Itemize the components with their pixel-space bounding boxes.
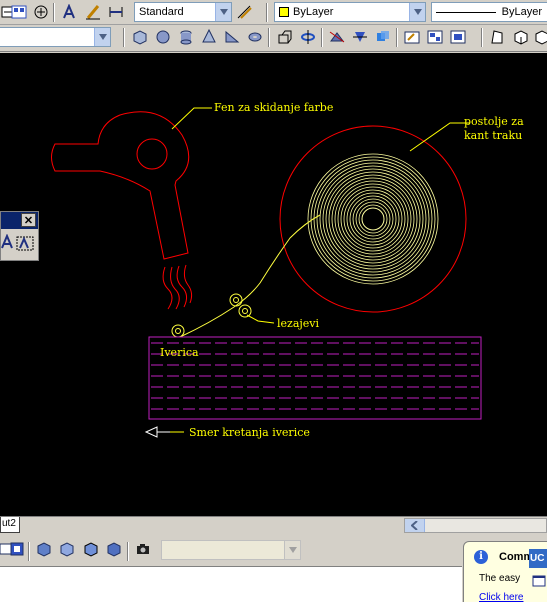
- label-tape-holder-2: kant traku: [464, 129, 523, 142]
- toolbar-separator: [266, 3, 268, 22]
- window-icon[interactable]: [531, 573, 547, 589]
- shade-edges-icon[interactable]: [82, 540, 100, 558]
- tape-winding: [319, 165, 427, 273]
- label-direction: Smer kretanja iverice: [189, 426, 310, 439]
- toolbar-separator: [396, 28, 398, 47]
- linetype-select[interactable]: ByLayer: [431, 2, 547, 22]
- slice-icon[interactable]: [328, 28, 346, 46]
- horizontal-scrollbar[interactable]: [404, 518, 547, 533]
- heat-gun-drawing: [51, 111, 193, 310]
- tape-winding: [325, 171, 421, 267]
- label-bearings: lezajevi: [277, 317, 320, 330]
- label-board: Iverica: [160, 346, 199, 359]
- info-icon: i: [474, 550, 488, 564]
- tape-winding: [358, 204, 388, 234]
- drawing-canvas[interactable]: Fen za skidanje farbe postolje za kant t…: [0, 53, 547, 516]
- toolbar-separator: [123, 28, 125, 47]
- toolbar-separator: [481, 28, 483, 47]
- layer-color-value: ByLayer: [293, 6, 334, 18]
- text-style-icon[interactable]: [60, 3, 78, 21]
- toolbar-separator: [28, 542, 30, 561]
- close-icon[interactable]: ✕: [21, 213, 36, 227]
- chevron-down-icon[interactable]: [409, 3, 425, 21]
- tape-winding: [316, 162, 430, 276]
- setup-drawing-icon[interactable]: [403, 28, 421, 46]
- dimension-style-icon[interactable]: [10, 3, 28, 21]
- label-tape-holder-1: postolje za: [464, 115, 524, 128]
- named-views-select[interactable]: [161, 540, 301, 560]
- sphere-icon[interactable]: [154, 28, 172, 46]
- balloon-link[interactable]: Click here: [479, 592, 523, 602]
- tape-winding: [337, 183, 409, 255]
- leader-lines: [168, 107, 470, 433]
- tape-winding: [340, 186, 406, 252]
- dimension-icon[interactable]: [107, 3, 125, 21]
- layout-tab-bar: ut2: [0, 516, 547, 534]
- shade-hidden-icon[interactable]: [105, 540, 123, 558]
- layer-color-select[interactable]: ByLayer: [274, 2, 426, 22]
- yellow-swatch-icon: [279, 7, 289, 17]
- box-icon[interactable]: [131, 28, 149, 46]
- tape-winding: [346, 192, 400, 246]
- toolbar-separator: [321, 28, 323, 47]
- dimension-style-manager-icon[interactable]: [235, 3, 253, 21]
- toolbar-separator: [268, 28, 270, 47]
- edit-text-icon[interactable]: [84, 3, 102, 21]
- toolbar-separator: [53, 3, 55, 22]
- balloon-body: The easy: [479, 573, 521, 584]
- top-toolbar: Standard ByLayer ByLayer: [0, 0, 547, 25]
- center-mark-icon[interactable]: [32, 3, 50, 21]
- wedge-icon[interactable]: [223, 28, 241, 46]
- tape-winding: [307, 153, 439, 285]
- command-line[interactable]: [0, 566, 462, 602]
- scale-text-icon[interactable]: [16, 234, 34, 255]
- direction-arrow: [144, 426, 170, 438]
- solid-view-icon[interactable]: [512, 28, 530, 46]
- tape-winding: [328, 174, 418, 264]
- floating-toolbar[interactable]: ✕: [0, 211, 39, 261]
- floating-toolbar-titlebar[interactable]: ✕: [1, 212, 38, 229]
- tape-winding: [355, 201, 391, 237]
- label-heat-gun: Fen za skidanje farbe: [214, 101, 334, 114]
- torus-icon[interactable]: [246, 28, 264, 46]
- setup-profile-icon[interactable]: [449, 28, 467, 46]
- section-icon[interactable]: [351, 28, 369, 46]
- flatshot-icon[interactable]: [488, 28, 506, 46]
- tape-winding: [349, 195, 397, 243]
- chevron-down-icon[interactable]: [284, 541, 300, 559]
- view-tool-icon[interactable]: [8, 540, 26, 558]
- text-style-select[interactable]: Standard: [134, 2, 232, 22]
- chevron-down-icon[interactable]: [215, 3, 231, 21]
- text-style-value: Standard: [139, 6, 184, 18]
- autocad-window: Standard ByLayer ByLayer Fen za skidanje…: [0, 0, 547, 602]
- chevron-down-icon[interactable]: [94, 28, 110, 46]
- shade-flat-icon[interactable]: [35, 540, 53, 558]
- extrude-icon[interactable]: [276, 28, 294, 46]
- scroll-left-icon[interactable]: [405, 519, 425, 532]
- camera-icon[interactable]: [134, 540, 152, 558]
- setup-view-icon[interactable]: [426, 28, 444, 46]
- revolve-icon[interactable]: [299, 28, 317, 46]
- tape-winding: [310, 156, 436, 282]
- tape-winding: [334, 180, 412, 258]
- cone-icon[interactable]: [200, 28, 218, 46]
- interference-icon[interactable]: [374, 28, 392, 46]
- tape-reel-drawing: [279, 125, 467, 313]
- solid-profile-icon[interactable]: [533, 28, 547, 46]
- text-edit-icon[interactable]: [1, 233, 15, 253]
- linetype-sample: [436, 11, 496, 13]
- balloon-tab[interactable]: UC: [529, 549, 547, 568]
- cylinder-icon[interactable]: [177, 28, 195, 46]
- linetype-value: ByLayer: [501, 6, 542, 18]
- tab-layout2[interactable]: ut2: [0, 517, 20, 533]
- second-toolbar: [0, 25, 547, 52]
- shade-gouraud-icon[interactable]: [58, 540, 76, 558]
- view-select[interactable]: [0, 27, 111, 47]
- toolbar-separator: [127, 542, 129, 561]
